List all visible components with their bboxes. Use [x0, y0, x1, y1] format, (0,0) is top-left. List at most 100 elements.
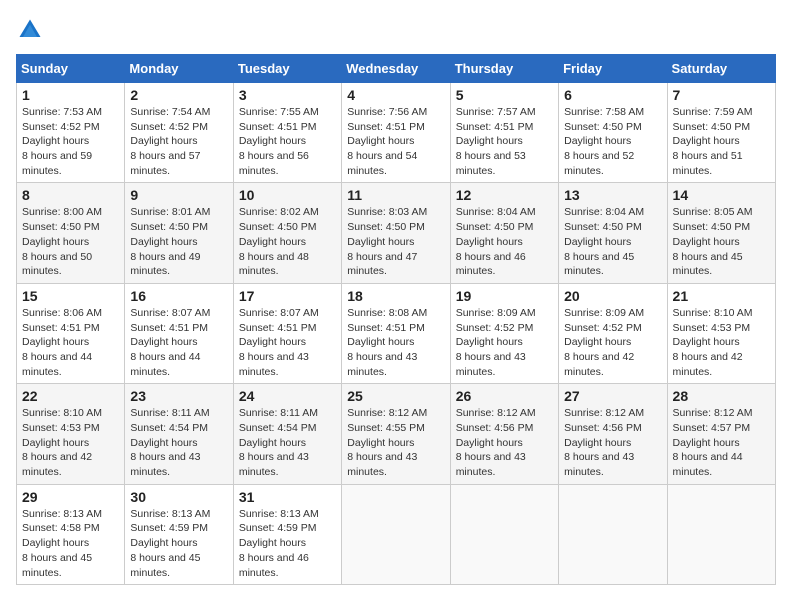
- calendar-cell: [667, 484, 775, 584]
- calendar-cell: 30Sunrise: 8:13 AMSunset: 4:59 PMDayligh…: [125, 484, 233, 584]
- calendar-cell: 11 Sunrise: 8:03 AMSunset: 4:50 PMDayligh…: [342, 183, 450, 283]
- day-number: 21: [673, 288, 770, 304]
- calendar-cell: 7Sunrise: 7:59 AMSunset: 4:50 PMDaylight…: [667, 83, 775, 183]
- col-header-friday: Friday: [559, 55, 667, 83]
- day-info: Sunrise: 7:56 AMSunset: 4:51 PMDaylight …: [347, 105, 444, 178]
- col-header-sunday: Sunday: [17, 55, 125, 83]
- calendar-cell: 20 Sunrise: 8:09 AMSunset: 4:52 PMDayligh…: [559, 283, 667, 383]
- calendar-week-1: 1 Sunrise: 7:53 AMSunset: 4:52 PMDaylight…: [17, 83, 776, 183]
- day-info: Sunrise: 7:58 AMSunset: 4:50 PMDaylight …: [564, 105, 661, 178]
- col-header-wednesday: Wednesday: [342, 55, 450, 83]
- calendar-cell: 8 Sunrise: 8:00 AMSunset: 4:50 PMDaylight…: [17, 183, 125, 283]
- day-info: Sunrise: 7:54 AMSunset: 4:52 PMDaylight …: [130, 105, 227, 178]
- page-header: [16, 16, 776, 44]
- day-number: 10: [239, 187, 336, 203]
- day-info: Sunrise: 8:07 AMSunset: 4:51 PMDaylight …: [130, 306, 227, 379]
- day-number: 28: [673, 388, 770, 404]
- day-number: 4: [347, 87, 444, 103]
- day-info: Sunrise: 8:00 AMSunset: 4:50 PMDaylight …: [22, 205, 119, 278]
- calendar-week-2: 8 Sunrise: 8:00 AMSunset: 4:50 PMDaylight…: [17, 183, 776, 283]
- calendar-cell: 9 Sunrise: 8:01 AMSunset: 4:50 PMDaylight…: [125, 183, 233, 283]
- day-info: Sunrise: 8:08 AMSunset: 4:51 PMDaylight …: [347, 306, 444, 379]
- col-header-saturday: Saturday: [667, 55, 775, 83]
- day-number: 18: [347, 288, 444, 304]
- day-info: Sunrise: 7:59 AMSunset: 4:50 PMDaylight …: [673, 105, 770, 178]
- calendar-cell: 6 Sunrise: 7:58 AMSunset: 4:50 PMDaylight…: [559, 83, 667, 183]
- calendar-cell: 13 Sunrise: 8:04 AMSunset: 4:50 PMDayligh…: [559, 183, 667, 283]
- day-info: Sunrise: 8:09 AMSunset: 4:52 PMDaylight …: [456, 306, 553, 379]
- logo: [16, 16, 48, 44]
- day-number: 20: [564, 288, 661, 304]
- col-header-thursday: Thursday: [450, 55, 558, 83]
- day-number: 12: [456, 187, 553, 203]
- calendar-cell: 28 Sunrise: 8:12 AMSunset: 4:57 PMDayligh…: [667, 384, 775, 484]
- calendar-cell: 5 Sunrise: 7:57 AMSunset: 4:51 PMDaylight…: [450, 83, 558, 183]
- calendar-cell: 14 Sunrise: 8:05 AMSunset: 4:50 PMDayligh…: [667, 183, 775, 283]
- day-info: Sunrise: 8:12 AMSunset: 4:55 PMDaylight …: [347, 406, 444, 479]
- calendar-cell: 19 Sunrise: 8:09 AMSunset: 4:52 PMDayligh…: [450, 283, 558, 383]
- day-number: 25: [347, 388, 444, 404]
- calendar-cell: 25 Sunrise: 8:12 AMSunset: 4:55 PMDayligh…: [342, 384, 450, 484]
- day-info: Sunrise: 8:06 AMSunset: 4:51 PMDaylight …: [22, 306, 119, 379]
- day-info: Sunrise: 8:13 AMSunset: 4:58 PMDaylight …: [22, 507, 119, 580]
- day-number: 29: [22, 489, 119, 505]
- calendar-cell: 27 Sunrise: 8:12 AMSunset: 4:56 PMDayligh…: [559, 384, 667, 484]
- day-number: 17: [239, 288, 336, 304]
- day-info: Sunrise: 7:57 AMSunset: 4:51 PMDaylight …: [456, 105, 553, 178]
- calendar-cell: 3Sunrise: 7:55 AMSunset: 4:51 PMDaylight…: [233, 83, 341, 183]
- calendar-week-5: 29 Sunrise: 8:13 AMSunset: 4:58 PMDayligh…: [17, 484, 776, 584]
- day-info: Sunrise: 8:11 AMSunset: 4:54 PMDaylight …: [130, 406, 227, 479]
- day-info: Sunrise: 8:12 AMSunset: 4:56 PMDaylight …: [564, 406, 661, 479]
- day-number: 11: [347, 187, 444, 203]
- day-info: Sunrise: 8:12 AMSunset: 4:56 PMDaylight …: [456, 406, 553, 479]
- calendar-cell: 1 Sunrise: 7:53 AMSunset: 4:52 PMDaylight…: [17, 83, 125, 183]
- day-info: Sunrise: 8:03 AMSunset: 4:50 PMDaylight …: [347, 205, 444, 278]
- calendar-cell: 15Sunrise: 8:06 AMSunset: 4:51 PMDayligh…: [17, 283, 125, 383]
- col-header-tuesday: Tuesday: [233, 55, 341, 83]
- calendar-cell: [559, 484, 667, 584]
- day-info: Sunrise: 8:10 AMSunset: 4:53 PMDaylight …: [22, 406, 119, 479]
- calendar-week-4: 22 Sunrise: 8:10 AMSunset: 4:53 PMDayligh…: [17, 384, 776, 484]
- day-number: 6: [564, 87, 661, 103]
- day-info: Sunrise: 8:10 AMSunset: 4:53 PMDaylight …: [673, 306, 770, 379]
- day-info: Sunrise: 8:09 AMSunset: 4:52 PMDaylight …: [564, 306, 661, 379]
- day-number: 14: [673, 187, 770, 203]
- day-number: 5: [456, 87, 553, 103]
- calendar-cell: 29 Sunrise: 8:13 AMSunset: 4:58 PMDayligh…: [17, 484, 125, 584]
- calendar-cell: 23 Sunrise: 8:11 AMSunset: 4:54 PMDayligh…: [125, 384, 233, 484]
- day-info: Sunrise: 8:07 AMSunset: 4:51 PMDaylight …: [239, 306, 336, 379]
- calendar-cell: 22 Sunrise: 8:10 AMSunset: 4:53 PMDayligh…: [17, 384, 125, 484]
- day-number: 27: [564, 388, 661, 404]
- day-number: 19: [456, 288, 553, 304]
- calendar-cell: 16Sunrise: 8:07 AMSunset: 4:51 PMDayligh…: [125, 283, 233, 383]
- calendar-week-3: 15Sunrise: 8:06 AMSunset: 4:51 PMDayligh…: [17, 283, 776, 383]
- day-number: 2: [130, 87, 227, 103]
- day-info: Sunrise: 8:05 AMSunset: 4:50 PMDaylight …: [673, 205, 770, 278]
- day-info: Sunrise: 8:04 AMSunset: 4:50 PMDaylight …: [456, 205, 553, 278]
- day-info: Sunrise: 8:01 AMSunset: 4:50 PMDaylight …: [130, 205, 227, 278]
- calendar-cell: 26 Sunrise: 8:12 AMSunset: 4:56 PMDayligh…: [450, 384, 558, 484]
- calendar-cell: 10Sunrise: 8:02 AMSunset: 4:50 PMDayligh…: [233, 183, 341, 283]
- day-number: 13: [564, 187, 661, 203]
- day-number: 9: [130, 187, 227, 203]
- calendar-cell: 31Sunrise: 8:13 AMSunset: 4:59 PMDayligh…: [233, 484, 341, 584]
- calendar-table: SundayMondayTuesdayWednesdayThursdayFrid…: [16, 54, 776, 585]
- day-number: 26: [456, 388, 553, 404]
- calendar-cell: 17 Sunrise: 8:07 AMSunset: 4:51 PMDayligh…: [233, 283, 341, 383]
- day-number: 8: [22, 187, 119, 203]
- day-info: Sunrise: 8:13 AMSunset: 4:59 PMDaylight …: [130, 507, 227, 580]
- calendar-cell: 18 Sunrise: 8:08 AMSunset: 4:51 PMDayligh…: [342, 283, 450, 383]
- day-info: Sunrise: 8:11 AMSunset: 4:54 PMDaylight …: [239, 406, 336, 479]
- logo-icon: [16, 16, 44, 44]
- day-info: Sunrise: 8:04 AMSunset: 4:50 PMDaylight …: [564, 205, 661, 278]
- col-header-monday: Monday: [125, 55, 233, 83]
- day-number: 1: [22, 87, 119, 103]
- day-number: 23: [130, 388, 227, 404]
- day-number: 22: [22, 388, 119, 404]
- day-info: Sunrise: 8:12 AMSunset: 4:57 PMDaylight …: [673, 406, 770, 479]
- day-info: Sunrise: 7:53 AMSunset: 4:52 PMDaylight …: [22, 105, 119, 178]
- calendar-cell: 21 Sunrise: 8:10 AMSunset: 4:53 PMDayligh…: [667, 283, 775, 383]
- calendar-header-row: SundayMondayTuesdayWednesdayThursdayFrid…: [17, 55, 776, 83]
- day-number: 31: [239, 489, 336, 505]
- calendar-cell: 12 Sunrise: 8:04 AMSunset: 4:50 PMDayligh…: [450, 183, 558, 283]
